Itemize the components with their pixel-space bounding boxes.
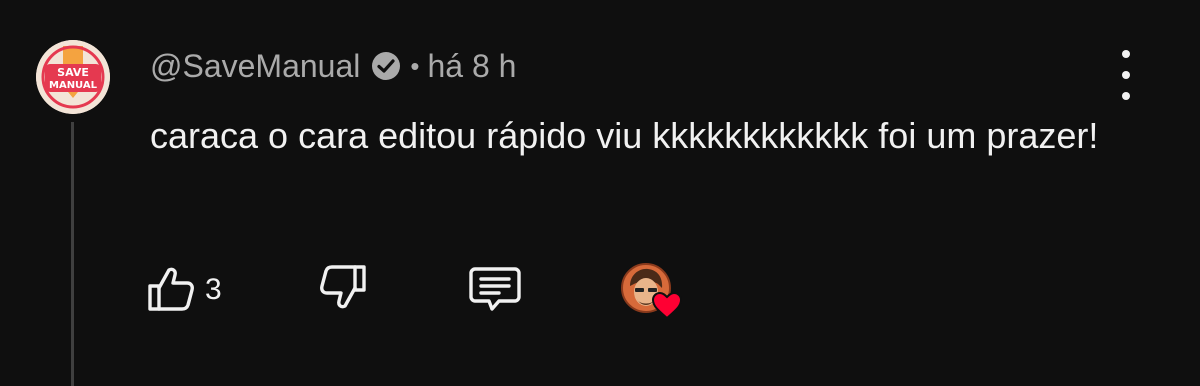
comment-reply-icon — [465, 260, 525, 321]
dislike-button[interactable] — [315, 262, 371, 318]
author-avatar[interactable]: SAVE MANUAL — [36, 40, 110, 114]
creator-heart-icon — [651, 291, 683, 320]
comment-timestamp[interactable]: há 8 h — [427, 48, 516, 85]
reply-button[interactable] — [465, 262, 525, 318]
avatar-text-line2: MANUAL — [49, 80, 98, 91]
more-vertical-icon[interactable] — [1108, 50, 1144, 100]
comment-actions: 3 — [143, 262, 743, 320]
thumbs-up-icon — [143, 260, 199, 321]
author-name[interactable]: @SaveManual — [150, 48, 360, 85]
like-button[interactable]: 3 — [143, 262, 222, 318]
thread-line — [71, 122, 74, 386]
comment: SAVE MANUAL @SaveManual • há 8 h caraca … — [0, 0, 1200, 386]
comment-header: @SaveManual • há 8 h — [150, 43, 516, 89]
like-count: 3 — [205, 273, 222, 306]
thumbs-down-icon — [315, 260, 371, 321]
comment-text: caraca o cara editou rápido viu kkkkkkkk… — [150, 115, 1099, 156]
verified-check-icon — [370, 50, 402, 82]
creator-heart — [620, 262, 690, 322]
avatar-text-line1: SAVE — [57, 66, 89, 79]
separator-dot: • — [410, 50, 420, 81]
